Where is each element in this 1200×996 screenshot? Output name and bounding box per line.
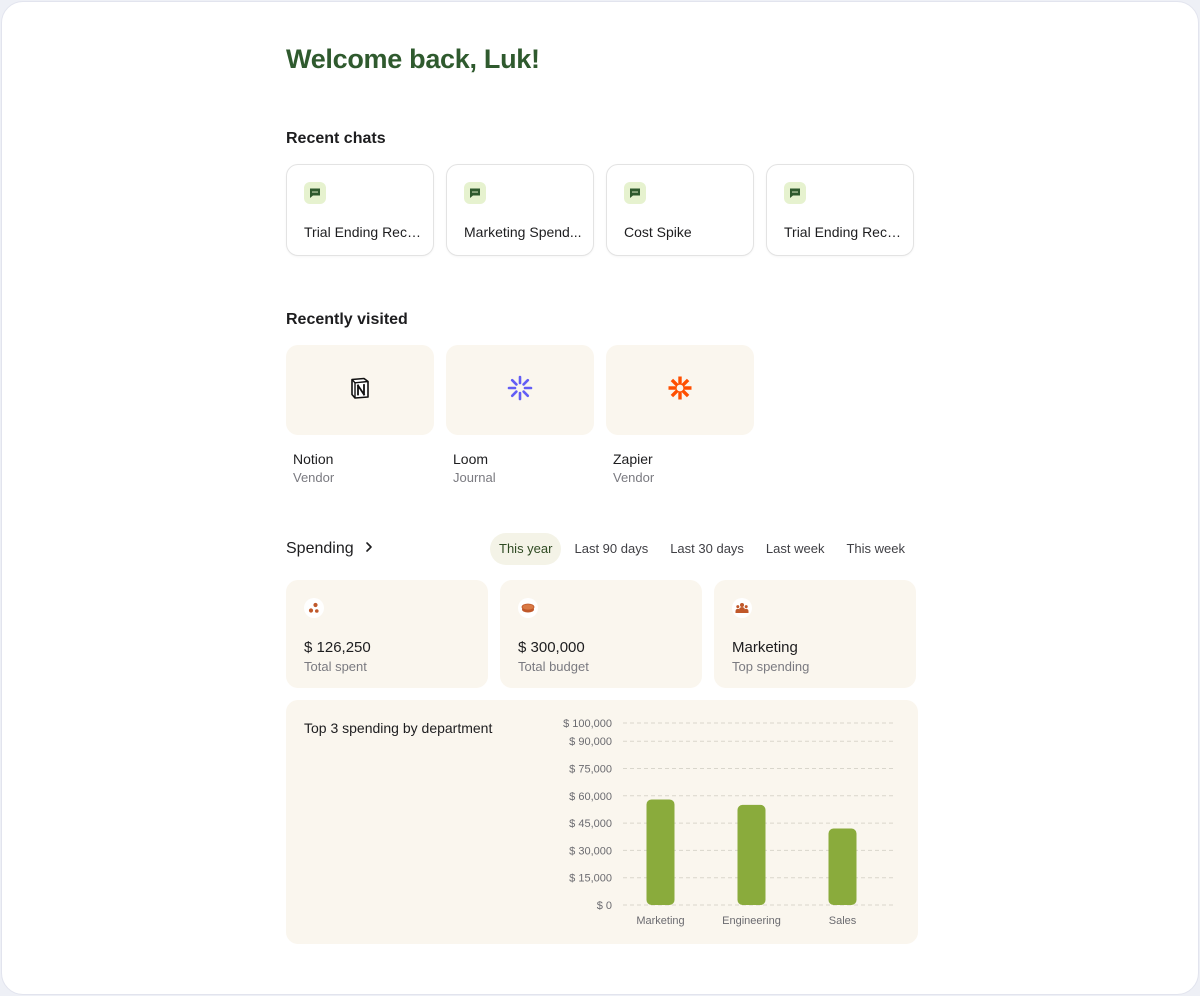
- chat-title: Trial Ending Reco...: [784, 224, 902, 240]
- visited-item-loom[interactable]: Loom Journal: [446, 345, 594, 485]
- bar-sales[interactable]: [828, 828, 857, 905]
- tab-last-90-days[interactable]: Last 90 days: [565, 533, 657, 565]
- chat-card[interactable]: Trial Ending Reco...: [286, 164, 434, 256]
- y-tick-label: $ 75,000: [569, 764, 612, 776]
- visited-type: Vendor: [613, 470, 655, 485]
- chat-bubble-icon: [624, 182, 646, 204]
- bar-engineering[interactable]: [737, 804, 766, 905]
- y-tick-label: $ 30,000: [569, 845, 612, 857]
- visited-name: Loom: [453, 451, 489, 467]
- recent-chats-list: Trial Ending Reco... Marketing Spend... …: [286, 164, 914, 256]
- tab-last-30-days[interactable]: Last 30 days: [661, 533, 753, 565]
- chat-title: Marketing Spend...: [464, 224, 582, 240]
- stat-value: $ 300,000: [518, 639, 585, 656]
- visited-tile: [446, 345, 594, 435]
- visited-tile: [286, 345, 434, 435]
- stat-label: Top spending: [732, 659, 810, 674]
- bar-marketing[interactable]: [646, 799, 675, 905]
- stat-value: $ 126,250: [304, 639, 371, 656]
- chat-bubble-icon: [464, 182, 486, 204]
- chat-card[interactable]: Cost Spike: [606, 164, 754, 256]
- visited-type: Vendor: [293, 470, 335, 485]
- chat-title: Trial Ending Reco...: [304, 224, 422, 240]
- people-icon: [732, 598, 752, 618]
- y-tick-label: $ 100,000: [563, 718, 612, 730]
- tab-this-week[interactable]: This week: [837, 533, 914, 565]
- stat-card-total-budget: $ 300,000 Total budget: [500, 580, 702, 688]
- department-bar-chart: $ 0 $ 15,000 $ 30,000 $ 45,000 $ 60,000 $ 75,…: [563, 718, 896, 927]
- dots-icon: [304, 598, 324, 618]
- visited-type: Journal: [453, 470, 496, 485]
- chevron-right-icon: [364, 540, 374, 558]
- recently-visited-list: Notion Vendor Loom Journal Zapier Vendor: [286, 345, 754, 485]
- tab-this-year[interactable]: This year: [490, 533, 562, 565]
- y-tick-label: $ 15,000: [569, 873, 612, 885]
- y-tick-label: $ 0: [597, 900, 612, 912]
- loom-logo-icon: [507, 375, 533, 406]
- y-tick-label: $ 90,000: [569, 736, 612, 748]
- notion-logo-icon: [348, 376, 372, 405]
- spending-stats: $ 126,250 Total spent $ 300,000 Total bu…: [286, 580, 916, 688]
- visited-item-notion[interactable]: Notion Vendor: [286, 345, 434, 485]
- x-tick-label: Marketing: [636, 915, 684, 927]
- stat-card-total-spent: $ 126,250 Total spent: [286, 580, 488, 688]
- stat-value: Marketing: [732, 639, 798, 656]
- visited-item-zapier[interactable]: Zapier Vendor: [606, 345, 754, 485]
- chat-bubble-icon: [784, 182, 806, 204]
- chat-title: Cost Spike: [624, 224, 692, 240]
- stat-label: Total budget: [518, 659, 589, 674]
- tab-last-week[interactable]: Last week: [757, 533, 834, 565]
- chat-card[interactable]: Marketing Spend...: [446, 164, 594, 256]
- y-tick-label: $ 60,000: [569, 791, 612, 803]
- department-chart-card: Top 3 spending by department $ 0 $ 15,000…: [286, 700, 918, 944]
- x-tick-label: Engineering: [722, 915, 781, 927]
- recent-chats-title: Recent chats: [286, 130, 386, 147]
- spending-title: Spending: [286, 540, 354, 557]
- chat-bubble-icon: [304, 182, 326, 204]
- recently-visited-title: Recently visited: [286, 311, 408, 328]
- x-tick-label: Sales: [829, 915, 857, 927]
- visited-name: Notion: [293, 451, 334, 467]
- stat-label: Total spent: [304, 659, 367, 674]
- chat-card[interactable]: Trial Ending Reco...: [766, 164, 914, 256]
- visited-tile: [606, 345, 754, 435]
- welcome-heading: Welcome back, Luk!: [286, 44, 540, 74]
- app-window: Welcome back, Luk! Recent chats Trial En…: [1, 1, 1199, 995]
- spending-link[interactable]: Spending: [286, 540, 374, 558]
- visited-name: Zapier: [613, 451, 653, 467]
- period-tabs: This year Last 90 days Last 30 days Last…: [490, 533, 914, 565]
- y-tick-label: $ 45,000: [569, 818, 612, 830]
- zapier-logo-icon: [667, 375, 693, 406]
- stat-card-top-spending: Marketing Top spending: [714, 580, 916, 688]
- coins-icon: [518, 598, 538, 618]
